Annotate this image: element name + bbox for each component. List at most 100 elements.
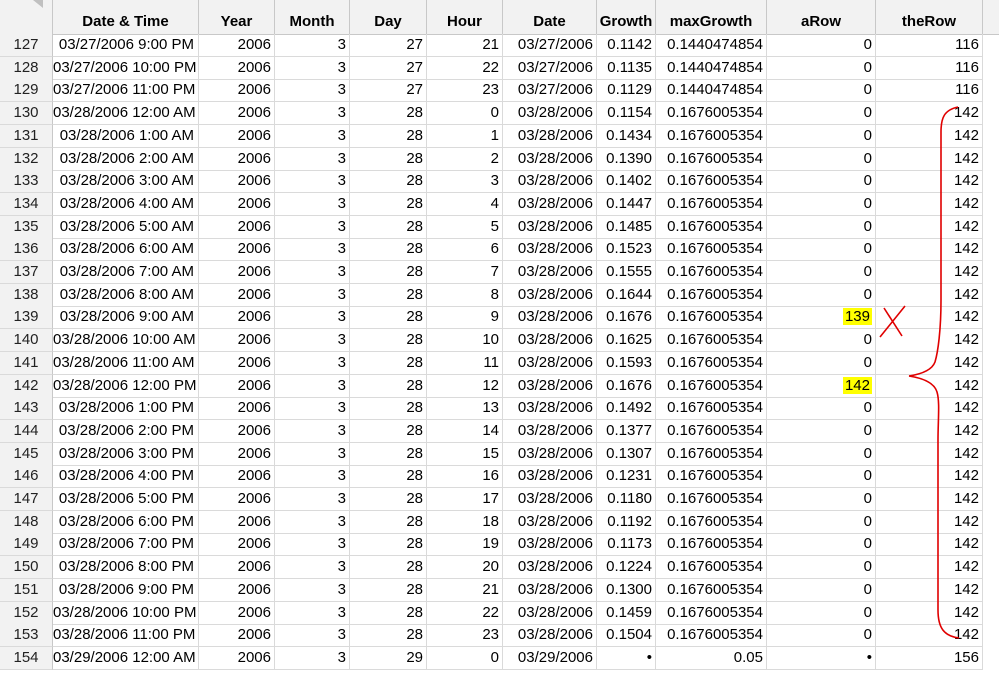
cell-maxgrowth[interactable]: 0.1440474854 — [656, 34, 767, 57]
cell-growth[interactable]: 0.1180 — [597, 488, 656, 511]
cell-growth[interactable]: 0.1135 — [597, 56, 656, 80]
cell-month[interactable]: 3 — [275, 261, 350, 284]
cell-arow[interactable]: 0 — [767, 102, 876, 126]
cell-year[interactable]: 2006 — [199, 488, 275, 511]
cell-growth[interactable]: 0.1402 — [597, 170, 656, 194]
cell-year[interactable]: 2006 — [199, 465, 275, 489]
row-number[interactable]: 141 — [0, 351, 53, 375]
cell-therow[interactable]: 142 — [876, 192, 983, 216]
row-number[interactable]: 151 — [0, 578, 53, 602]
cell-month[interactable]: 3 — [275, 124, 350, 148]
cell-datetime[interactable]: 03/28/2006 8:00 PM — [53, 556, 199, 580]
cell-hour[interactable]: 3 — [427, 170, 503, 194]
cell-datetime[interactable]: 03/27/2006 9:00 PM — [53, 34, 199, 57]
cell-hour[interactable]: 20 — [427, 556, 503, 580]
cell-datetime[interactable]: 03/27/2006 11:00 PM — [53, 79, 199, 103]
column-header[interactable]: Date — [503, 0, 597, 34]
cell-maxgrowth[interactable]: 0.1676005354 — [656, 510, 767, 534]
cell-datetime[interactable]: 03/28/2006 7:00 AM — [53, 261, 199, 284]
cell-day[interactable]: 28 — [350, 147, 427, 171]
cell-hour[interactable]: 2 — [427, 147, 503, 171]
select-all-corner[interactable] — [0, 0, 53, 34]
cell-arow[interactable]: 0 — [767, 510, 876, 534]
row-number[interactable]: 145 — [0, 442, 53, 466]
cell-day[interactable]: 28 — [350, 578, 427, 602]
cell-arow[interactable]: 0 — [767, 261, 876, 284]
cell-date[interactable]: 03/28/2006 — [503, 419, 597, 443]
cell-growth[interactable]: 0.1485 — [597, 215, 656, 239]
column-header[interactable]: Hour — [427, 0, 503, 34]
cell-hour[interactable]: 19 — [427, 533, 503, 557]
cell-hour[interactable]: 18 — [427, 510, 503, 534]
cell-maxgrowth[interactable]: 0.1676005354 — [656, 533, 767, 557]
cell-day[interactable]: 28 — [350, 442, 427, 466]
cell-arow[interactable]: 0 — [767, 465, 876, 489]
cell-year[interactable]: 2006 — [199, 283, 275, 307]
row-number[interactable]: 153 — [0, 624, 53, 648]
cell-year[interactable]: 2006 — [199, 624, 275, 648]
cell-day[interactable]: 28 — [350, 170, 427, 194]
cell-arow[interactable]: 0 — [767, 34, 876, 57]
cell-growth[interactable]: 0.1154 — [597, 102, 656, 126]
cell-growth[interactable]: 0.1434 — [597, 124, 656, 148]
cell-hour[interactable]: 0 — [427, 102, 503, 126]
row-number[interactable]: 143 — [0, 397, 53, 421]
cell-growth[interactable]: 0.1224 — [597, 556, 656, 580]
cell-datetime[interactable]: 03/28/2006 5:00 AM — [53, 215, 199, 239]
row-number[interactable]: 132 — [0, 147, 53, 171]
cell-date[interactable]: 03/28/2006 — [503, 306, 597, 330]
cell-day[interactable]: 28 — [350, 102, 427, 126]
cell-maxgrowth[interactable]: 0.1676005354 — [656, 488, 767, 511]
cell-datetime[interactable]: 03/28/2006 7:00 PM — [53, 533, 199, 557]
cell-month[interactable]: 3 — [275, 238, 350, 262]
cell-arow[interactable]: 0 — [767, 533, 876, 557]
cell-day[interactable]: 28 — [350, 556, 427, 580]
cell-therow[interactable]: 142 — [876, 261, 983, 284]
cell-year[interactable]: 2006 — [199, 238, 275, 262]
cell-day[interactable]: 28 — [350, 192, 427, 216]
row-number[interactable]: 129 — [0, 79, 53, 103]
cell-therow[interactable]: 142 — [876, 601, 983, 625]
cell-maxgrowth[interactable]: 0.1676005354 — [656, 283, 767, 307]
cell-growth[interactable]: 0.1676 — [597, 374, 656, 398]
cell-arow[interactable]: 0 — [767, 283, 876, 307]
cell-datetime[interactable]: 03/28/2006 12:00 PM — [53, 374, 199, 398]
row-number[interactable]: 154 — [0, 646, 53, 670]
cell-hour[interactable]: 10 — [427, 329, 503, 353]
cell-month[interactable]: 3 — [275, 533, 350, 557]
cell-month[interactable]: 3 — [275, 56, 350, 80]
cell-month[interactable]: 3 — [275, 34, 350, 57]
cell-hour[interactable]: 21 — [427, 578, 503, 602]
cell-maxgrowth[interactable]: 0.1676005354 — [656, 578, 767, 602]
column-header[interactable]: Growth — [597, 0, 656, 34]
cell-datetime[interactable]: 03/28/2006 2:00 AM — [53, 147, 199, 171]
cell-hour[interactable]: 12 — [427, 374, 503, 398]
column-header[interactable]: Year — [199, 0, 275, 34]
cell-year[interactable]: 2006 — [199, 261, 275, 284]
cell-arow[interactable]: 142 — [767, 374, 876, 398]
cell-datetime[interactable]: 03/28/2006 10:00 AM — [53, 329, 199, 353]
cell-day[interactable]: 28 — [350, 283, 427, 307]
cell-date[interactable]: 03/28/2006 — [503, 351, 597, 375]
cell-hour[interactable]: 22 — [427, 601, 503, 625]
cell-therow[interactable]: 142 — [876, 419, 983, 443]
cell-day[interactable]: 28 — [350, 351, 427, 375]
cell-month[interactable]: 3 — [275, 442, 350, 466]
cell-month[interactable]: 3 — [275, 215, 350, 239]
cell-datetime[interactable]: 03/28/2006 10:00 PM — [53, 601, 199, 625]
cell-date[interactable]: 03/28/2006 — [503, 488, 597, 511]
cell-datetime[interactable]: 03/28/2006 2:00 PM — [53, 419, 199, 443]
cell-datetime[interactable]: 03/29/2006 12:00 AM — [53, 646, 199, 670]
cell-therow[interactable]: 142 — [876, 329, 983, 353]
cell-hour[interactable]: 16 — [427, 465, 503, 489]
cell-datetime[interactable]: 03/28/2006 6:00 PM — [53, 510, 199, 534]
cell-maxgrowth[interactable]: 0.1676005354 — [656, 170, 767, 194]
row-number[interactable]: 147 — [0, 488, 53, 511]
cell-datetime[interactable]: 03/28/2006 6:00 AM — [53, 238, 199, 262]
cell-month[interactable]: 3 — [275, 351, 350, 375]
cell-date[interactable]: 03/27/2006 — [503, 56, 597, 80]
cell-date[interactable]: 03/28/2006 — [503, 329, 597, 353]
cell-growth[interactable]: 0.1300 — [597, 578, 656, 602]
cell-year[interactable]: 2006 — [199, 601, 275, 625]
cell-month[interactable]: 3 — [275, 556, 350, 580]
